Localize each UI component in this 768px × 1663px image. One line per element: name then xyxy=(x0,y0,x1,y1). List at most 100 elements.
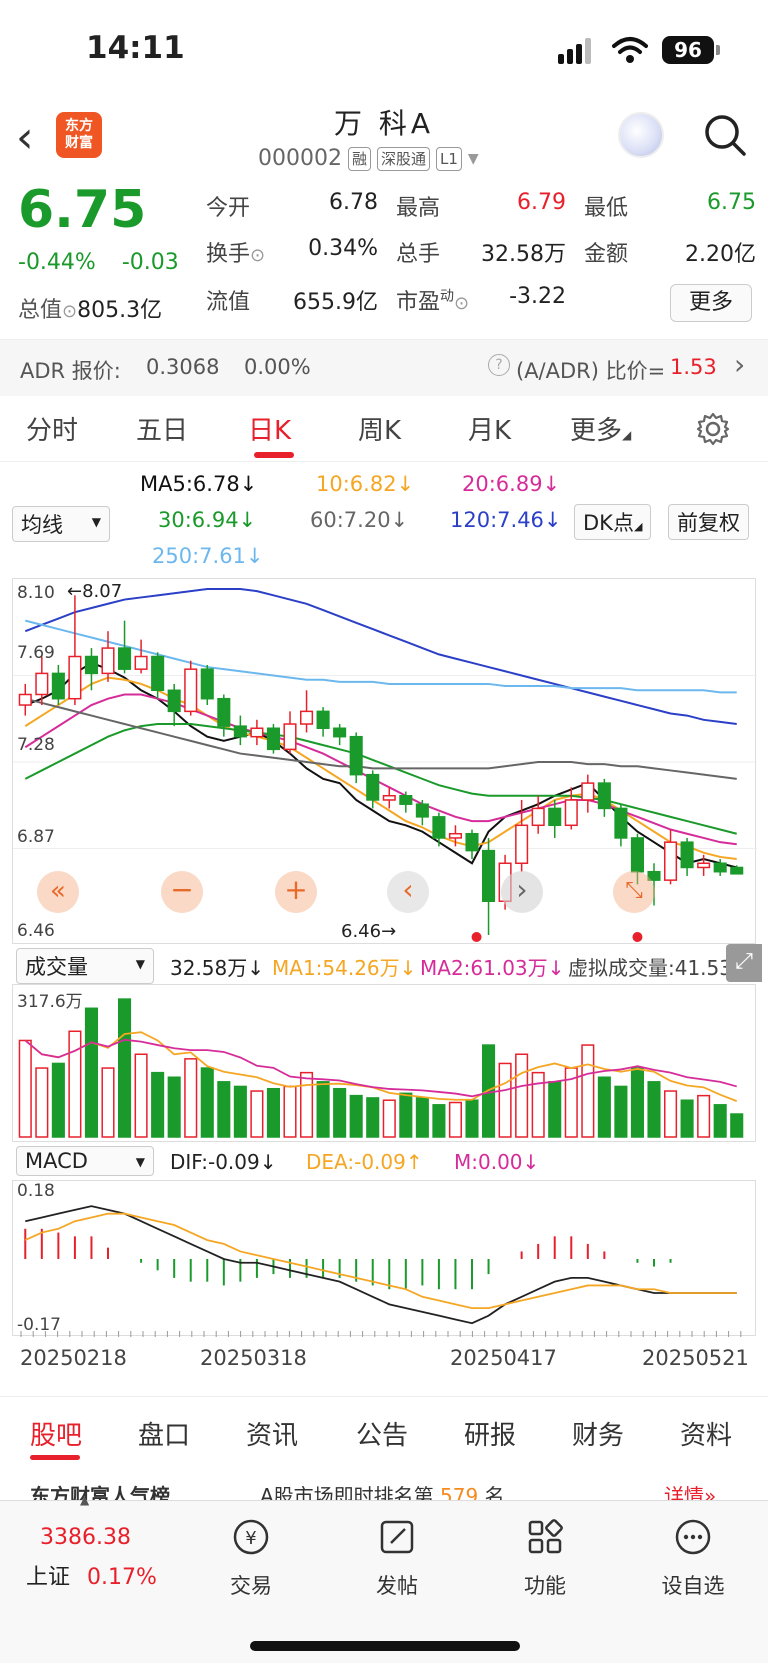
volume-label: 总手 xyxy=(396,242,441,267)
turnover-value: 0.34% xyxy=(308,236,378,261)
candle-body xyxy=(448,832,462,839)
zoom-out-icon[interactable]: − xyxy=(161,871,203,913)
popularity-detail-link[interactable]: 详情» xyxy=(664,1480,716,1500)
help-icon[interactable]: ? xyxy=(488,354,510,376)
volume-bar xyxy=(730,1113,744,1138)
quote-panel: 6.75 -0.44% -0.03 总值⊙805.3亿 今开 6.78 最高 6… xyxy=(0,180,768,340)
info-dots-icon[interactable]: ⊙ xyxy=(454,293,469,314)
float-cap-value: 655.9亿 xyxy=(293,290,378,315)
tab-weekly-k[interactable]: 周K xyxy=(358,410,401,447)
tab-news[interactable]: 资讯 xyxy=(246,1415,298,1452)
tab-profile[interactable]: 资料 xyxy=(680,1415,732,1452)
volume-svg xyxy=(18,998,744,1138)
y-label-4: 6.87 xyxy=(17,827,55,847)
nav-trade[interactable]: ¥ 交易 xyxy=(196,1515,306,1600)
y-label-bottom: 6.46 xyxy=(17,921,55,941)
volume-bar xyxy=(184,1058,198,1138)
fullscreen-icon[interactable]: ⤡ xyxy=(613,871,655,913)
active-tab-indicator xyxy=(254,452,294,458)
active-bottom-tab-indicator xyxy=(30,1455,80,1460)
popularity-text: A股市场即时排名第 579 名 xyxy=(260,1484,505,1500)
candle-body xyxy=(531,807,545,827)
pe-value: -3.22 xyxy=(509,284,566,309)
assistant-robot-icon[interactable] xyxy=(618,112,664,158)
tab-daily-k[interactable]: 日K xyxy=(248,410,291,447)
volume-ma2: MA2:61.03万↓ xyxy=(420,956,565,980)
search-icon[interactable] xyxy=(702,112,748,158)
volume-bar xyxy=(366,1097,380,1138)
nav-post[interactable]: 发帖 xyxy=(342,1515,452,1600)
volume-selector[interactable]: 成交量 ▼ xyxy=(16,948,154,984)
volume-bar xyxy=(167,1076,181,1138)
y-label-2: 7.69 xyxy=(17,643,55,663)
tab-announcements[interactable]: 公告 xyxy=(356,1415,408,1452)
date-label-3: 20250417 xyxy=(450,1346,557,1370)
candle-body xyxy=(680,841,694,869)
candle-body xyxy=(432,816,446,839)
low-value: 6.75 xyxy=(707,190,756,215)
tab-finance[interactable]: 财务 xyxy=(572,1415,624,1452)
adr-ratio-label: (A/ADR) 比价= xyxy=(516,359,666,383)
tab-more[interactable]: 更多◢ xyxy=(570,410,631,447)
adr-row[interactable]: ADR 报价: 0.3068 0.00% ? (A/ADR) 比价= 1.53 … xyxy=(0,340,768,396)
svg-text:¥: ¥ xyxy=(245,1528,256,1549)
dk-point-button[interactable]: DK点◢ xyxy=(574,504,652,540)
candle-body xyxy=(266,727,280,751)
battery-indicator: 96 xyxy=(662,36,714,64)
price-change: -0.44% -0.03 xyxy=(18,250,179,275)
candle-body xyxy=(200,668,214,700)
stock-code-row[interactable]: 000002 融 深股通 L1 ▼ xyxy=(258,146,479,171)
macd-selector[interactable]: MACD ▼ xyxy=(16,1146,154,1176)
info-dots-icon[interactable]: ⊙ xyxy=(250,245,265,266)
volume-bar xyxy=(18,1039,32,1138)
candle-body xyxy=(118,647,132,670)
tab-forum[interactable]: 股吧 xyxy=(30,1415,82,1452)
scroll-right-icon[interactable]: › xyxy=(501,871,543,913)
tab-orderbook[interactable]: 盘口 xyxy=(138,1415,190,1452)
index-value[interactable]: 3386.38 xyxy=(40,1525,131,1550)
ma-legend: MA5:6.78↓ 10:6.82↓ 20:6.89↓ 均线 ▼ 30:6.94↓… xyxy=(0,462,768,574)
ma-selector[interactable]: 均线 ▼ xyxy=(12,506,110,542)
kline-chart[interactable]: 8.10 7.69 7.28 6.87 6.46 ←8.07 6.46→ « −… xyxy=(12,578,757,944)
volume-chart[interactable]: 317.6万 xyxy=(12,984,756,1142)
volume-ma2-line xyxy=(24,1038,737,1098)
tab-intraday[interactable]: 分时 xyxy=(26,410,78,447)
virtual-volume: 虚拟成交量:41.53万 xyxy=(568,956,726,980)
candle-body xyxy=(233,725,247,738)
amount-label: 金额 xyxy=(584,242,629,267)
volume-bar xyxy=(349,1094,363,1138)
volume-bar xyxy=(316,1081,330,1138)
adjust-button[interactable]: 前复权 xyxy=(668,504,749,540)
zoom-in-icon[interactable]: + xyxy=(275,871,317,913)
candle-body xyxy=(482,849,496,902)
index-name-row[interactable]: 上证 0.17% xyxy=(26,1559,157,1591)
scroll-left-fast-icon[interactable]: « xyxy=(37,871,79,913)
candle-body xyxy=(217,697,231,727)
tab-research[interactable]: 研报 xyxy=(464,1415,516,1452)
volume-bar xyxy=(51,1062,65,1138)
macd-chart[interactable]: 0.18 -0.17 xyxy=(12,1180,756,1337)
nav-watchlist[interactable]: 设自选 xyxy=(638,1515,748,1600)
adr-label: ADR 报价: xyxy=(20,359,121,383)
volume-bar xyxy=(151,1071,165,1138)
volume-bar xyxy=(333,1087,347,1138)
market-cap: 总值⊙805.3亿 xyxy=(18,292,162,324)
candle-body xyxy=(333,727,347,738)
volume-bar xyxy=(266,1087,280,1138)
expand-icon[interactable]: ⤢ xyxy=(726,944,762,982)
volume-bar xyxy=(432,1104,446,1138)
home-indicator xyxy=(250,1641,520,1651)
gear-icon[interactable] xyxy=(696,412,730,446)
nav-functions[interactable]: 功能 xyxy=(490,1515,600,1600)
tab-five-day[interactable]: 五日 xyxy=(136,410,188,447)
popularity-banner[interactable]: 东方财富人气榜 A股市场即时排名第 579 名 详情» xyxy=(0,1476,768,1500)
more-button[interactable]: 更多 xyxy=(670,284,752,322)
info-dots-icon[interactable]: ⊙ xyxy=(62,301,77,322)
candle-body xyxy=(664,841,678,881)
tab-monthly-k[interactable]: 月K xyxy=(468,410,511,447)
volume-bar xyxy=(664,1090,678,1138)
edit-icon xyxy=(380,1520,414,1554)
volume-bar xyxy=(382,1099,396,1138)
candle-body xyxy=(581,782,595,801)
scroll-left-icon[interactable]: ‹ xyxy=(387,871,429,913)
